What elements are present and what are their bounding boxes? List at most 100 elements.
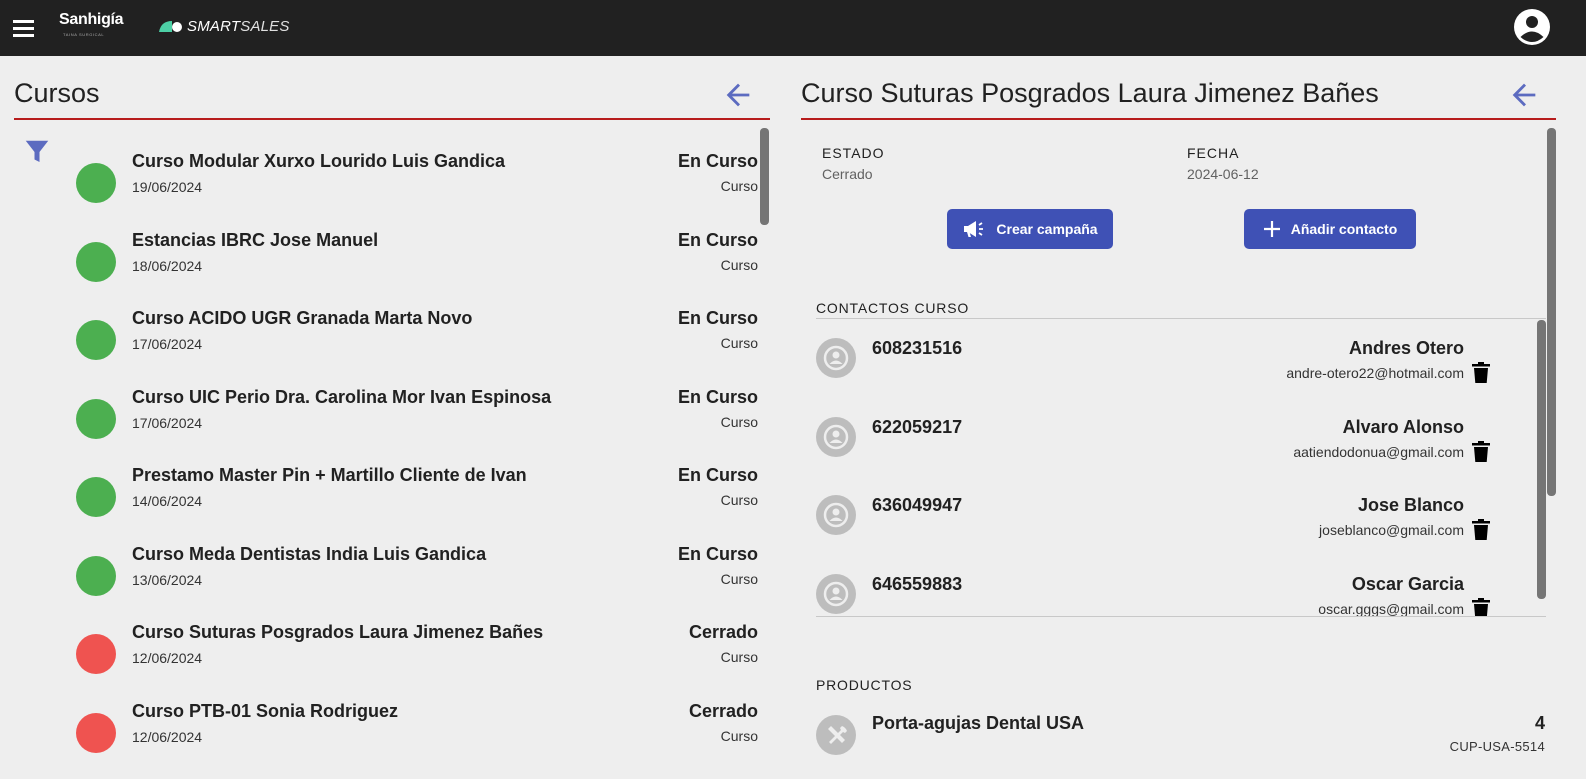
course-status: En Curso: [677, 308, 758, 328]
tools-icon: [816, 715, 856, 755]
course-status-dot: [76, 634, 116, 674]
left-back-arrow-icon[interactable]: [721, 78, 755, 112]
contact-name: Alvaro Alonso: [1342, 417, 1464, 437]
sanhigia-logo-tagline: TAINA SURGICAL: [63, 32, 105, 37]
course-name: Estancias IBRC Jose Manuel: [132, 230, 379, 250]
account-icon[interactable]: [1514, 9, 1550, 45]
course-status: Cerrado: [688, 622, 758, 642]
course-name: Curso Suturas Posgrados Laura Jimenez Ba…: [132, 622, 544, 642]
add-contact-label: Añadir contacto: [1290, 221, 1398, 237]
course-detail-title: Curso Suturas Posgrados Laura Jimenez Ba…: [801, 78, 1379, 108]
course-type: Curso: [720, 728, 758, 744]
contact-email: oscar.gggs@gmail.com: [1318, 601, 1464, 616]
course-name: Curso UIC Perio Dra. Carolina Mor Ivan E…: [132, 387, 552, 407]
course-status: En Curso: [677, 544, 758, 564]
course-status-dot: [76, 163, 116, 203]
menu-icon[interactable]: [12, 16, 36, 40]
detail-title-underline: [801, 118, 1556, 120]
products-section-label: PRODUCTOS: [816, 677, 913, 693]
course-list-item[interactable]: Curso Modular Xurxo Lourido Luis Gandica…: [75, 151, 761, 229]
course-status-dot: [76, 713, 116, 753]
fecha-value: 2024-06-12: [1187, 166, 1259, 182]
create-campaign-button[interactable]: Crear campaña: [947, 209, 1113, 249]
smartsales-logo-bold: SMART: [187, 17, 241, 35]
delete-icon[interactable]: [1470, 518, 1492, 542]
course-type: Curso: [720, 571, 758, 587]
course-type: Curso: [720, 335, 758, 351]
megaphone-icon: [964, 221, 984, 237]
sanhigia-logo: Sanhigía: [59, 11, 124, 28]
courses-panel-title: Cursos: [14, 78, 100, 108]
course-name: Curso ACIDO UGR Granada Marta Novo: [132, 308, 473, 328]
contact-list-item[interactable]: 622059217 Alvaro Alonso aatiendodonua@gm…: [816, 398, 1516, 477]
contact-avatar-icon: [816, 495, 856, 535]
course-type: Curso: [720, 414, 758, 430]
contact-name: Andres Otero: [1348, 338, 1464, 358]
contact-phone: 646559883: [872, 574, 963, 594]
plus-icon: [1263, 221, 1280, 237]
smartsales-logo: SMARTSALES: [158, 16, 290, 36]
products-list: Porta-agujas Dental USA 4 CUP-USA-5514: [816, 700, 1556, 770]
create-campaign-label: Crear campaña: [996, 221, 1098, 237]
course-status: Cerrado: [688, 701, 758, 721]
contact-list-item[interactable]: 646559883 Oscar Garcia oscar.gggs@gmail.…: [816, 555, 1516, 616]
course-status: En Curso: [677, 465, 758, 485]
course-list-scrollbar[interactable]: [760, 128, 769, 225]
product-quantity: 4: [1534, 713, 1545, 733]
course-date: 19/06/2024: [132, 179, 203, 195]
course-status-dot: [76, 320, 116, 360]
course-date: 13/06/2024: [132, 572, 203, 588]
contacts-scrollbar[interactable]: [1537, 320, 1546, 599]
contact-email: andre-otero22@hotmail.com: [1286, 365, 1464, 381]
delete-icon[interactable]: [1470, 440, 1492, 464]
detail-scrollbar[interactable]: [1547, 128, 1556, 496]
fecha-label: FECHA: [1187, 145, 1240, 161]
course-list-item[interactable]: Prestamo Master Pin + Martillo Cliente d…: [75, 465, 761, 543]
contacts-section-label: CONTACTOS CURSO: [816, 300, 970, 316]
smartsales-logo-light: SALES: [240, 17, 290, 35]
contact-list-item[interactable]: 636049947 Jose Blanco joseblanco@gmail.c…: [816, 476, 1516, 555]
course-status-dot: [76, 556, 116, 596]
course-list-item[interactable]: Curso PTB-01 Sonia Rodriguez 12/06/2024 …: [75, 701, 761, 779]
estado-value: Cerrado: [822, 166, 873, 182]
contact-phone: 622059217: [872, 417, 963, 437]
course-type: Curso: [720, 492, 758, 508]
course-list-item[interactable]: Estancias IBRC Jose Manuel 18/06/2024 En…: [75, 230, 761, 308]
contacts-list: 608231516 Andres Otero andre-otero22@hot…: [816, 319, 1546, 616]
filter-icon[interactable]: [22, 137, 52, 167]
smartsales-logo-mark: [159, 21, 182, 32]
course-date: 14/06/2024: [132, 493, 203, 509]
top-app-bar: Sanhigía TAINA SURGICAL SMARTSALES: [0, 0, 1586, 56]
contact-list-item[interactable]: 608231516 Andres Otero andre-otero22@hot…: [816, 319, 1516, 398]
course-status: En Curso: [677, 387, 758, 407]
contact-name: Oscar Garcia: [1351, 574, 1464, 594]
contact-avatar-icon: [816, 574, 856, 614]
course-date: 18/06/2024: [132, 258, 203, 274]
course-list-item[interactable]: Curso UIC Perio Dra. Carolina Mor Ivan E…: [75, 387, 761, 465]
delete-icon[interactable]: [1470, 361, 1492, 385]
course-status-dot: [76, 242, 116, 282]
course-date: 17/06/2024: [132, 336, 203, 352]
estado-label: ESTADO: [822, 145, 885, 161]
right-back-arrow-icon[interactable]: [1507, 78, 1541, 112]
course-list-item[interactable]: Curso ACIDO UGR Granada Marta Novo 17/06…: [75, 308, 761, 386]
contact-phone: 636049947: [872, 495, 963, 515]
product-code: CUP-USA-5514: [1449, 739, 1545, 754]
course-date: 12/06/2024: [132, 650, 203, 666]
contact-avatar-icon: [816, 338, 856, 378]
course-status-dot: [76, 399, 116, 439]
contacts-bottom-divider: [816, 616, 1546, 617]
course-status-dot: [76, 477, 116, 517]
course-list-item[interactable]: Curso Suturas Posgrados Laura Jimenez Ba…: [75, 622, 761, 700]
contact-phone: 608231516: [872, 338, 963, 358]
courses-title-underline: [14, 118, 770, 120]
course-type: Curso: [720, 178, 758, 194]
contact-avatar-icon: [816, 417, 856, 457]
contact-name: Jose Blanco: [1357, 495, 1464, 515]
course-type: Curso: [720, 257, 758, 273]
course-type: Curso: [720, 649, 758, 665]
course-list-item[interactable]: Curso Meda Dentistas India Luis Gandica …: [75, 544, 761, 622]
add-contact-button[interactable]: Añadir contacto: [1244, 209, 1416, 249]
delete-icon[interactable]: [1470, 597, 1492, 616]
contact-email: aatiendodonua@gmail.com: [1293, 444, 1464, 460]
